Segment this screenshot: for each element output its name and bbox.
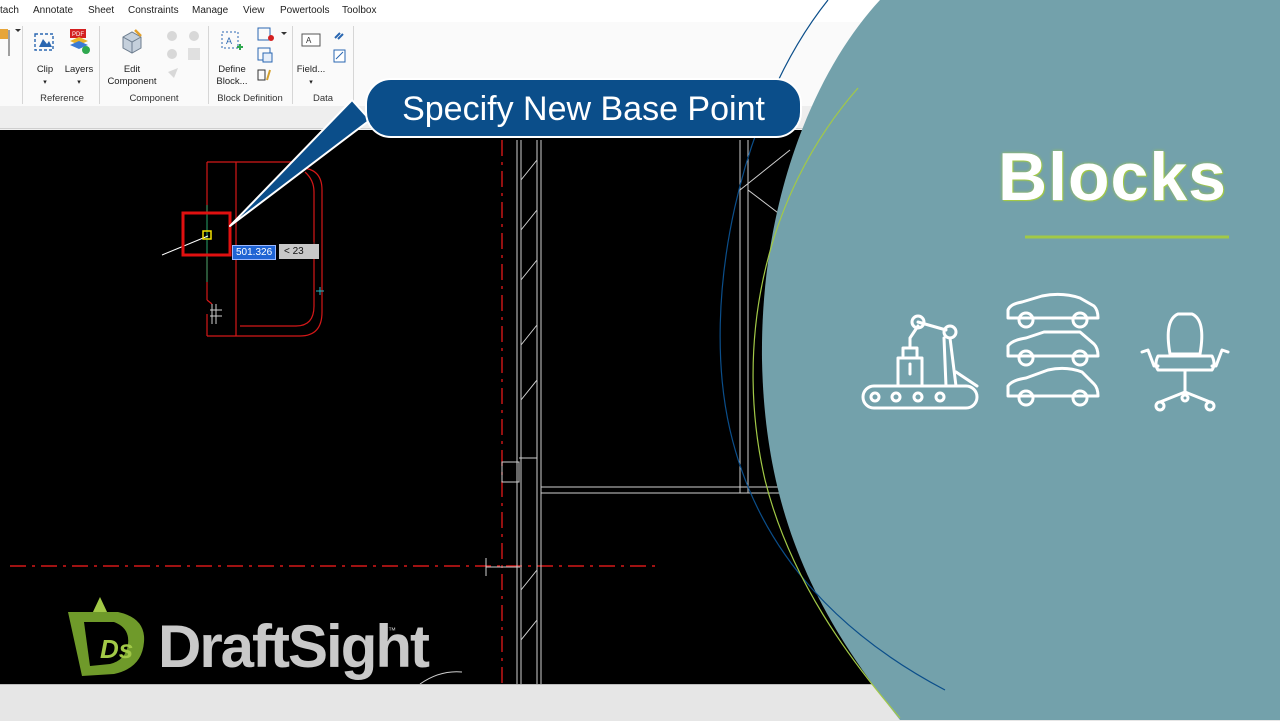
svg-text:Ds: Ds xyxy=(100,634,133,664)
draftsight-logo-mark: Ds xyxy=(68,597,145,676)
draftsight-logo-tm: ™ xyxy=(388,626,396,635)
draftsight-logo-text: DraftSight xyxy=(158,613,430,680)
tooltip-callout: Specify New Base Point xyxy=(365,78,802,138)
